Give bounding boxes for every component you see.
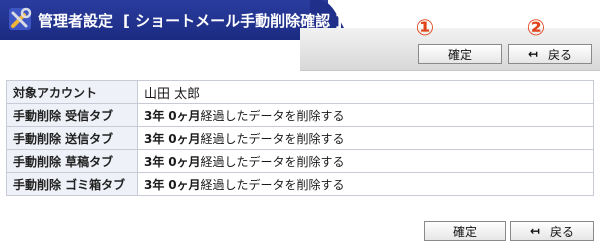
- account-value: 山田 太郎: [137, 80, 594, 104]
- marker-1: ①: [412, 15, 438, 41]
- tools-icon: [9, 7, 32, 30]
- months-value: 0ヶ月: [168, 108, 201, 123]
- return-arrow-icon: ↤: [527, 47, 539, 61]
- row-suffix: 経過したデータを削除する: [200, 131, 345, 146]
- row-value: 3年 0ヶ月経過したデータを削除する: [137, 103, 594, 127]
- row-value: 3年 0ヶ月経過したデータを削除する: [137, 126, 594, 150]
- row-label: 手動削除 受信タブ: [6, 103, 138, 127]
- row-suffix: 経過したデータを削除する: [200, 108, 345, 123]
- years-value: 3年: [144, 154, 165, 169]
- row-suffix: 経過したデータを削除する: [200, 177, 345, 192]
- confirm-button-bottom-label: 確定: [452, 224, 477, 239]
- row-label: 手動削除 送信タブ: [6, 126, 138, 150]
- back-button-top[interactable]: ↤ 戻る: [508, 44, 592, 64]
- years-value: 3年: [144, 177, 165, 192]
- confirm-button-top-label: 確定: [447, 47, 472, 62]
- table-row: 手動削除 草稿タブ 3年 0ヶ月経過したデータを削除する: [6, 149, 594, 173]
- account-label: 対象アカウント: [6, 80, 138, 104]
- table-row: 手動削除 送信タブ 3年 0ヶ月経過したデータを削除する: [6, 126, 594, 150]
- row-value: 3年 0ヶ月経過したデータを削除する: [137, 172, 594, 196]
- row-suffix: 経過したデータを削除する: [200, 154, 345, 169]
- row-value: 3年 0ヶ月経過したデータを削除する: [137, 149, 594, 173]
- confirm-button-top[interactable]: 確定: [418, 44, 502, 64]
- table-row-account: 対象アカウント 山田 太郎: [6, 80, 594, 104]
- months-value: 0ヶ月: [168, 154, 201, 169]
- table-row: 手動削除 受信タブ 3年 0ヶ月経過したデータを削除する: [6, 103, 594, 127]
- page-title-main: 管理者設定: [38, 12, 114, 30]
- months-value: 0ヶ月: [168, 131, 201, 146]
- years-value: 3年: [144, 108, 165, 123]
- return-arrow-icon: ↤: [529, 224, 541, 238]
- back-button-top-label: 戻る: [548, 47, 573, 62]
- confirmation-table: 対象アカウント 山田 太郎 手動削除 受信タブ 3年 0ヶ月経過したデータを削除…: [6, 80, 594, 196]
- marker-2: ②: [523, 15, 549, 41]
- page-title: 管理者設定[ ショートメール手動削除確認 ]: [38, 10, 342, 31]
- back-button-bottom[interactable]: ↤ 戻る: [510, 221, 594, 241]
- marker-2-label: ②: [526, 15, 546, 41]
- back-button-bottom-label: 戻る: [550, 224, 575, 239]
- bottom-actions: 確定 ↤ 戻る: [0, 219, 600, 249]
- years-value: 3年: [144, 131, 165, 146]
- row-label: 手動削除 草稿タブ: [6, 149, 138, 173]
- row-label: 手動削除 ゴミ箱タブ: [6, 172, 138, 196]
- confirm-button-bottom[interactable]: 確定: [424, 221, 506, 241]
- marker-1-label: ①: [415, 15, 435, 41]
- months-value: 0ヶ月: [168, 177, 201, 192]
- table-row: 手動削除 ゴミ箱タブ 3年 0ヶ月経過したデータを削除する: [6, 172, 594, 196]
